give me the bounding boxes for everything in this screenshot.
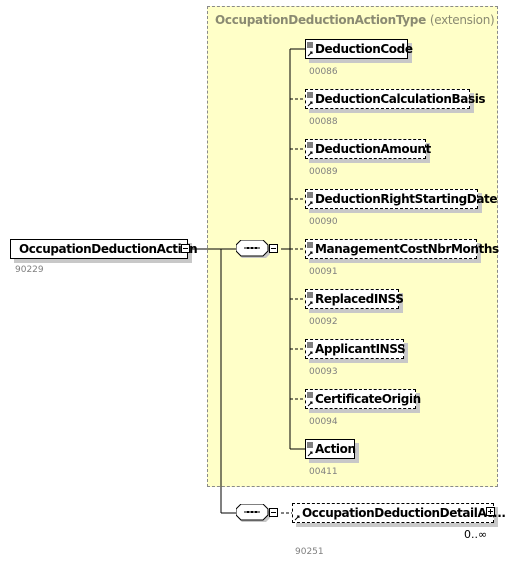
child-element-label: DeductionAmount [315,142,431,156]
child-element[interactable]: DeductionCalculationBasis [305,89,486,109]
child-element-id: 00089 [309,167,338,177]
plus-icon [488,509,493,514]
collapse-detail-sequence-button[interactable] [269,508,278,517]
child-element-label: Action [315,442,356,456]
element-reference-icon [307,292,313,307]
collapse-sequence-button[interactable] [269,244,278,253]
detail-cardinality: 0..∞ [464,528,488,541]
child-element-label: DeductionRightStartingDate [315,192,498,206]
child-element[interactable]: DeductionAmount [305,139,431,159]
child-element-label: DeductionCalculationBasis [315,92,486,106]
child-element[interactable]: ManagementCostNbrMonths [305,239,499,259]
element-reference-icon [307,392,313,407]
child-element[interactable]: CertificateOrigin [305,389,421,409]
child-element-id: 00411 [309,467,338,477]
child-element-id: 00093 [309,367,338,377]
element-reference-icon [307,242,313,257]
child-element[interactable]: DeductionRightStartingDate [305,189,498,209]
child-element-label: ManagementCostNbrMonths [315,242,499,256]
child-element-label: ApplicantINSS [315,342,406,356]
element-reference-icon [307,42,313,57]
child-element-id: 00090 [309,217,338,227]
child-element[interactable]: ReplacedINSS [305,289,404,309]
detail-element-label: OccupationDeductionDetailAc... [302,506,506,520]
child-element[interactable]: Action [305,439,356,459]
element-reference-icon [307,92,313,107]
child-element-id: 00092 [309,317,338,327]
root-element[interactable]: OccupationDeductionAction [10,239,198,259]
element-reference-icon [307,142,313,157]
detail-element-id: 90251 [295,547,324,557]
child-element[interactable]: ApplicantINSS [305,339,406,359]
detail-element[interactable]: OccupationDeductionDetailAc... [292,503,506,523]
child-element-id: 00094 [309,417,338,427]
minus-icon [271,248,276,249]
expand-detail-button[interactable] [486,507,495,516]
child-element-id: 00088 [309,117,338,127]
child-element[interactable]: DeductionCode [305,39,413,59]
child-element-label: DeductionCode [315,42,413,56]
connector-lines [191,48,305,514]
element-reference-icon [307,192,313,207]
root-element-label: OccupationDeductionAction [19,242,198,256]
child-element-id: 00086 [309,67,338,77]
child-element-label: ReplacedINSS [315,292,404,306]
sequence-compositor-icon[interactable] [236,240,272,258]
child-element-id: 00091 [309,267,338,277]
element-reference-icon [307,342,313,357]
element-reference-icon [307,442,313,457]
minus-icon [271,512,276,513]
root-element-id: 90229 [15,265,44,275]
child-element-label: CertificateOrigin [315,392,421,406]
collapse-root-button[interactable] [181,244,190,253]
minus-icon [183,248,188,249]
detail-sequence-compositor-icon[interactable] [236,504,272,522]
reference-arrow-icon [294,515,300,521]
